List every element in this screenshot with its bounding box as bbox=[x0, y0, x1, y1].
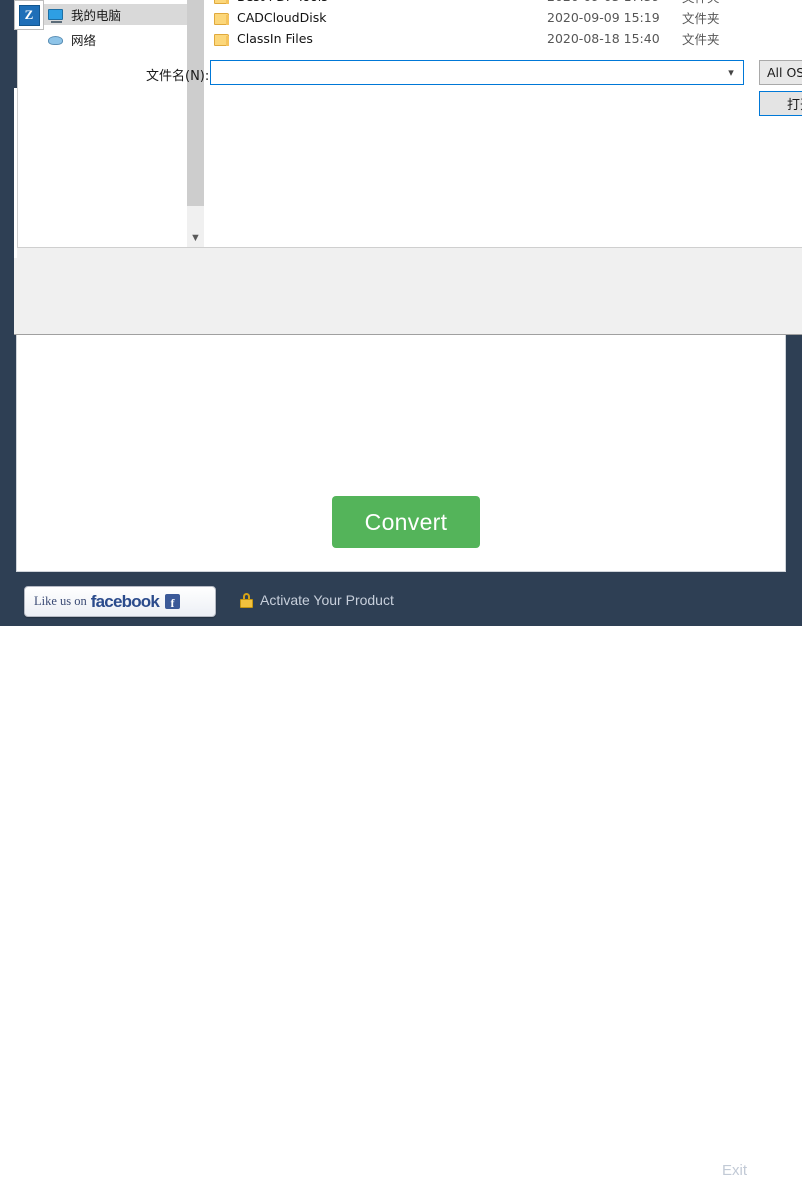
activate-product-link[interactable]: Activate Your Product bbox=[240, 586, 394, 614]
facebook-wordmark: facebook bbox=[91, 592, 159, 612]
file-name: ClassIn Files bbox=[237, 31, 547, 46]
folder-icon bbox=[214, 32, 229, 46]
nav-item-label: 网络 bbox=[71, 30, 96, 49]
open-button[interactable]: 打开 bbox=[759, 91, 802, 116]
navigation-scrollbar-thumb[interactable] bbox=[187, 0, 204, 206]
network-icon bbox=[48, 32, 64, 48]
dialog-file-list: .FocusNote2020-08-26 14:21文件夹1stflip2020… bbox=[204, 0, 802, 248]
navigation-scrollbar[interactable]: ▼ bbox=[187, 0, 204, 248]
application-icon-letter: Z bbox=[19, 5, 40, 26]
file-date: 2020-09-03 17:39 bbox=[547, 0, 682, 4]
facebook-like-text: Like us on bbox=[34, 594, 87, 609]
facebook-like-button[interactable]: Like us on facebook f bbox=[24, 586, 216, 617]
filename-combobox[interactable]: ▾ bbox=[210, 60, 744, 85]
watermark-glyphs: 下载吧 bbox=[654, 1144, 786, 1198]
nav-item-label: 我的电脑 bbox=[71, 5, 121, 24]
file-row[interactable]: Best PDF Tools2020-09-03 17:39文件夹 bbox=[204, 0, 802, 7]
nav-item-10[interactable]: 网络 bbox=[18, 29, 187, 50]
file-type: 文件夹 bbox=[682, 0, 720, 6]
activate-product-label: Activate Your Product bbox=[260, 592, 394, 608]
watermark-url: www.xiazaiba.com bbox=[658, 1182, 755, 1194]
lock-icon bbox=[240, 593, 253, 608]
filename-label: 文件名(N): bbox=[146, 65, 209, 84]
window-left-border bbox=[0, 0, 14, 626]
chevron-down-icon[interactable]: ▾ bbox=[719, 61, 743, 84]
file-type: 文件夹 bbox=[682, 8, 720, 27]
window-left-shadow bbox=[14, 30, 17, 88]
file-date: 2020-08-18 15:40 bbox=[547, 31, 682, 46]
file-type-filter-combobox[interactable]: All OST bbox=[759, 60, 802, 85]
window-left-highlight bbox=[14, 88, 17, 258]
file-date: 2020-09-09 15:19 bbox=[547, 10, 682, 25]
file-row[interactable]: ClassIn Files2020-08-18 15:40文件夹 bbox=[204, 28, 802, 49]
monitor-icon bbox=[48, 7, 64, 23]
application-icon: Z bbox=[14, 0, 44, 30]
file-row[interactable]: CADCloudDisk2020-09-09 15:19文件夹 bbox=[204, 7, 802, 28]
file-name: CADCloudDisk bbox=[237, 10, 547, 25]
filename-input[interactable] bbox=[211, 61, 719, 84]
watermark-arrow-icon bbox=[650, 1148, 710, 1194]
facebook-icon: f bbox=[165, 594, 180, 609]
chevron-down-icon[interactable]: ▼ bbox=[187, 229, 204, 247]
footer-bar: Like us on facebook f Activate Your Prod… bbox=[0, 572, 802, 626]
file-open-dialog: 桌面Downloads文档图片待上传安装包软件文章视频下载我的电脑网络 ▼ .F… bbox=[0, 0, 802, 335]
convert-button[interactable]: Convert bbox=[332, 496, 480, 548]
exit-button[interactable]: Exit bbox=[722, 1162, 747, 1179]
file-name: Best PDF Tools bbox=[237, 0, 547, 4]
folder-icon bbox=[214, 0, 229, 4]
file-type: 文件夹 bbox=[682, 29, 720, 48]
folder-icon bbox=[214, 11, 229, 25]
dialog-navigation-pane: 桌面Downloads文档图片待上传安装包软件文章视频下载我的电脑网络 bbox=[17, 0, 187, 248]
